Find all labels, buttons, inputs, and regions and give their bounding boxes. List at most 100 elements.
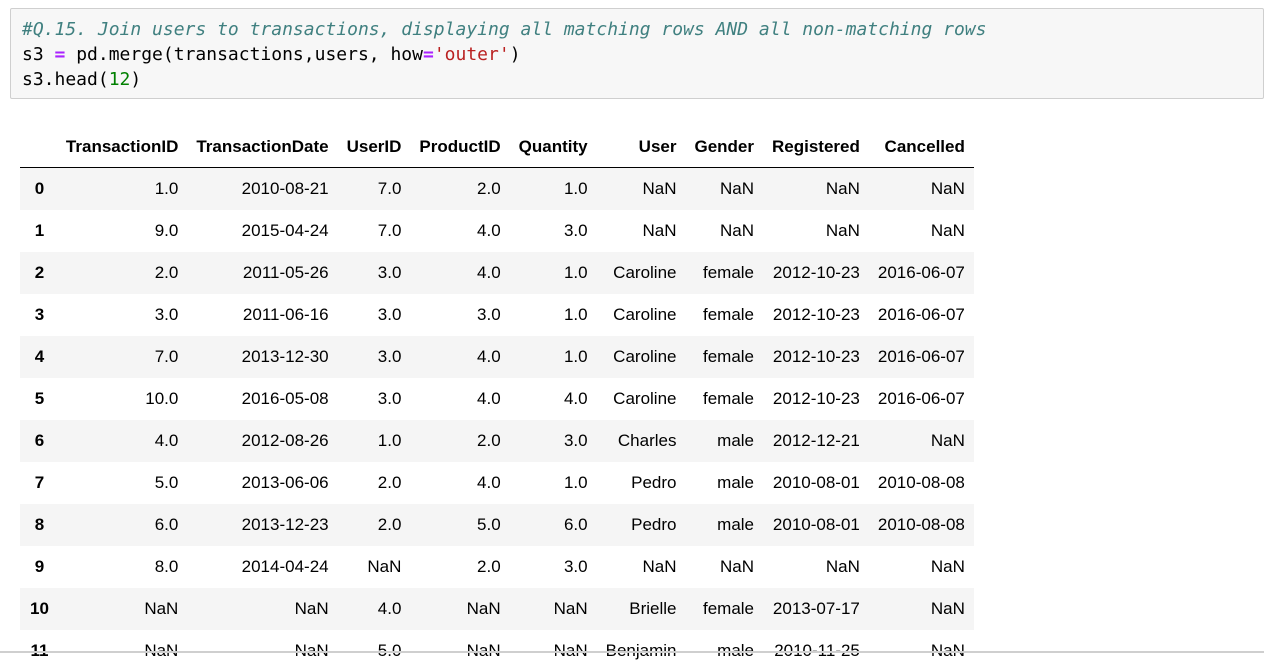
table-cell: 2010-08-01	[772, 472, 860, 492]
table-cell: NaN	[930, 430, 965, 450]
table-cell: 1.0	[377, 430, 402, 450]
table-cell: 2016-06-07	[877, 304, 965, 324]
code-token: )	[130, 69, 142, 90]
table-row: 0 1.0 2010-08-21 7.0 2.0 1.0 NaN NaN NaN NaN	[20, 167, 974, 210]
table-cell: 4.0	[477, 220, 501, 240]
table-cell: NaN	[720, 556, 755, 576]
table-cell: male	[717, 430, 755, 450]
code-token: )	[509, 44, 521, 65]
row-index: 8	[34, 514, 45, 534]
column-header: Gender	[694, 136, 755, 156]
table-cell: 7.0	[154, 346, 179, 366]
table-cell: 4.0	[477, 388, 501, 408]
table-cell: 4.0	[477, 262, 501, 282]
table-cell: 4.0	[477, 472, 501, 492]
table-cell: 2013-12-23	[241, 514, 329, 534]
table-cell: 2011-05-26	[242, 262, 329, 282]
row-index: 6	[34, 430, 45, 450]
table-cell: 2010-08-08	[877, 514, 965, 534]
table-cell: 2012-10-23	[772, 262, 860, 282]
table-cell: NaN	[367, 556, 402, 576]
table-cell: 2016-06-07	[877, 388, 965, 408]
table-cell: Pedro	[631, 472, 677, 492]
table-cell: NaN	[466, 598, 501, 618]
table-cell: 2.0	[154, 262, 179, 282]
table-cell: female	[702, 598, 755, 618]
table-body: 0 1.0 2010-08-21 7.0 2.0 1.0 NaN NaN NaN NaN 1 9.0 2…	[20, 167, 974, 672]
table-row: 6 4.0 2012-08-26 1.0 2.0 3.0 Charles male 2012-1…	[20, 419, 974, 462]
table-cell: 2012-10-23	[772, 304, 860, 324]
table-row: 4 7.0 2013-12-30 3.0 4.0 1.0 Caroline female 201…	[20, 335, 974, 378]
table-cell: NaN	[825, 220, 860, 240]
row-index: 9	[34, 556, 45, 576]
notebook-cell[interactable]: #Q.15. Join users to transactions, displ…	[0, 0, 1264, 660]
table-cell: NaN	[294, 598, 329, 618]
column-header: Quantity	[518, 136, 588, 156]
table-cell: 2010-08-01	[772, 514, 860, 534]
table-cell: 3.0	[377, 262, 402, 282]
table-row: 9 8.0 2014-04-24 NaN 2.0 3.0 NaN NaN NaN NaN	[20, 546, 974, 588]
code-operator: =	[54, 44, 66, 65]
table-cell: 6.0	[154, 514, 179, 534]
table-cell: Caroline	[613, 388, 677, 408]
table-cell: NaN	[144, 598, 179, 618]
index-header	[20, 125, 57, 167]
table-header-row: TransactionID TransactionDate UserID Produc…	[20, 125, 974, 167]
table-cell: 3.0	[377, 304, 402, 324]
code-number: 12	[108, 69, 131, 90]
table-cell: 2016-06-07	[877, 262, 965, 282]
table-cell: NaN	[642, 178, 677, 198]
row-index: 2	[34, 262, 45, 282]
table-cell: Brielle	[629, 598, 677, 618]
table-cell: NaN	[642, 556, 677, 576]
table-cell: 2010-08-08	[877, 472, 965, 492]
table-cell: 9.0	[154, 220, 179, 240]
table-cell: NaN	[720, 178, 755, 198]
table-cell: female	[702, 388, 755, 408]
column-header: ProductID	[419, 136, 501, 156]
output-area: TransactionID TransactionDate UserID Produc…	[20, 125, 974, 672]
table-cell: 4.0	[377, 598, 402, 618]
table-cell: 2.0	[477, 178, 501, 198]
table-cell: 3.0	[377, 388, 402, 408]
table-cell: 1.0	[563, 178, 588, 198]
table-cell: 4.0	[563, 388, 588, 408]
column-header: Registered	[772, 136, 860, 156]
table-row: 5 10.0 2016-05-08 3.0 4.0 4.0 Caroline female 20…	[20, 378, 974, 420]
code-operator: =	[422, 44, 434, 65]
table-cell: Pedro	[631, 514, 677, 534]
table-cell: 3.0	[377, 346, 402, 366]
table-cell: 5.0	[154, 472, 179, 492]
table-cell: female	[702, 304, 755, 324]
table-cell: NaN	[930, 220, 965, 240]
code-input-area[interactable]: #Q.15. Join users to transactions, displ…	[10, 8, 1264, 99]
column-header: Cancelled	[884, 136, 965, 156]
table-cell: 2013-07-17	[772, 598, 860, 618]
table-cell: 1.0	[563, 262, 588, 282]
table-cell: 2.0	[477, 430, 501, 450]
column-header: TransactionID	[65, 136, 179, 156]
table-cell: 2016-06-07	[877, 346, 965, 366]
code-comment-line: #Q.15. Join users to transactions, displ…	[22, 19, 987, 40]
table-cell: 6.0	[563, 514, 588, 534]
table-cell: 2012-10-23	[772, 388, 860, 408]
table-cell: 7.0	[377, 220, 402, 240]
table-cell: 10.0	[145, 388, 179, 408]
table-cell: female	[702, 262, 755, 282]
table-cell: 2.0	[377, 472, 402, 492]
table-cell: 1.0	[154, 178, 179, 198]
table-cell: male	[717, 514, 755, 534]
table-cell: 2016-05-08	[241, 388, 329, 408]
table-cell: 2.0	[377, 514, 402, 534]
table-cell: 2013-06-06	[241, 472, 329, 492]
table-cell: NaN	[553, 598, 588, 618]
table-cell: 1.0	[563, 472, 588, 492]
table-cell: 2012-12-21	[772, 430, 860, 450]
row-index: 3	[34, 304, 45, 324]
row-index: 0	[34, 178, 45, 198]
table-cell: Caroline	[613, 262, 677, 282]
table-cell: 2012-10-23	[772, 346, 860, 366]
table-cell: 3.0	[563, 220, 588, 240]
row-index: 1	[34, 220, 45, 240]
table-cell: 2010-08-21	[241, 178, 329, 198]
